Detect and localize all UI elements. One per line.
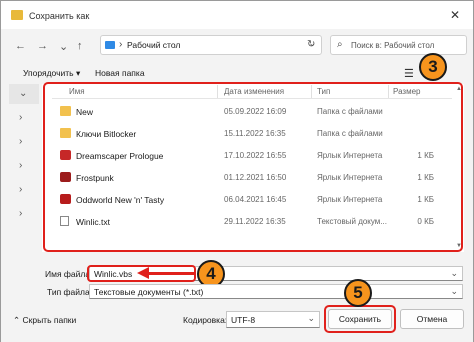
sidebar-item[interactable]: › xyxy=(9,132,39,152)
file-list-highlight xyxy=(43,82,463,252)
filetype-value: Текстовые документы (*.txt) xyxy=(94,287,204,297)
chevron-right-icon: › xyxy=(19,136,23,147)
filename-label: Имя файла: xyxy=(45,269,93,279)
chevron-right-icon: › xyxy=(19,208,23,219)
chevron-right-icon: › xyxy=(19,184,23,195)
chevron-down-icon[interactable]: ⌄ xyxy=(307,313,315,324)
sidebar-item[interactable]: › xyxy=(9,108,39,128)
close-button[interactable]: ✕ xyxy=(447,7,463,23)
encoding-select[interactable]: UTF-8 ⌄ xyxy=(226,311,320,328)
new-folder-button[interactable]: Новая папка xyxy=(95,68,145,78)
toolbar: Упорядочить ▾ Новая папка ☰ xyxy=(1,63,473,83)
title-bar: Сохранить как ✕ xyxy=(1,1,473,29)
annotation-arrow-icon xyxy=(137,267,149,279)
encoding-value: UTF-8 xyxy=(231,315,256,325)
chevron-down-icon: ⌄ xyxy=(19,88,28,99)
save-as-dialog: Сохранить как ✕ ← → ⌄ ↑ › Рабочий стол ⌄… xyxy=(0,0,474,342)
annotation-arrow-shaft xyxy=(149,272,195,275)
back-arrow-icon[interactable]: ← xyxy=(15,40,26,52)
hide-folders-button[interactable]: ⌃ Скрыть папки xyxy=(13,315,76,326)
up-arrow-icon[interactable]: ↑ xyxy=(77,40,83,52)
sidebar-item-expanded[interactable]: ⌄ xyxy=(9,84,39,104)
chevron-down-icon[interactable]: ⌄ xyxy=(59,40,68,53)
address-bar[interactable]: › Рабочий стол ⌄ xyxy=(100,35,322,55)
save-button-highlight xyxy=(324,305,396,333)
forward-arrow-icon[interactable]: → xyxy=(37,40,48,52)
view-options-icon[interactable]: ☰ xyxy=(404,67,414,80)
refresh-icon[interactable]: ↻ xyxy=(307,39,315,50)
navigation-pane: ⌄ › › › › › xyxy=(9,84,39,252)
cancel-button[interactable]: Отмена xyxy=(400,309,464,329)
step-badge-3: 3 xyxy=(419,53,447,81)
organize-button[interactable]: Упорядочить ▾ xyxy=(23,68,80,79)
search-icon: ⌕ xyxy=(337,39,343,50)
search-placeholder: Поиск в: Рабочий стол xyxy=(351,41,435,50)
folder-app-icon xyxy=(11,10,23,20)
filetype-select[interactable]: Текстовые документы (*.txt) ⌄ xyxy=(89,284,463,299)
sidebar-item[interactable]: › xyxy=(9,180,39,200)
search-input[interactable]: ⌕ Поиск в: Рабочий стол xyxy=(330,35,467,55)
chevron-right-icon: › xyxy=(19,160,23,171)
desktop-icon xyxy=(105,41,115,49)
address-path[interactable]: Рабочий стол xyxy=(127,40,180,50)
step-badge-5: 5 xyxy=(344,279,372,307)
encoding-label: Кодировка: xyxy=(183,315,228,325)
window-title: Сохранить как xyxy=(29,11,90,21)
chevron-down-icon[interactable]: ⌄ xyxy=(450,268,458,279)
chevron-right-icon: › xyxy=(19,112,23,123)
sidebar-item[interactable]: › xyxy=(9,156,39,176)
filetype-label: Тип файла: xyxy=(47,287,93,297)
sidebar-item[interactable]: › xyxy=(9,204,39,224)
chevron-down-icon[interactable]: ⌄ xyxy=(450,286,458,297)
breadcrumb-separator: › xyxy=(119,39,123,50)
